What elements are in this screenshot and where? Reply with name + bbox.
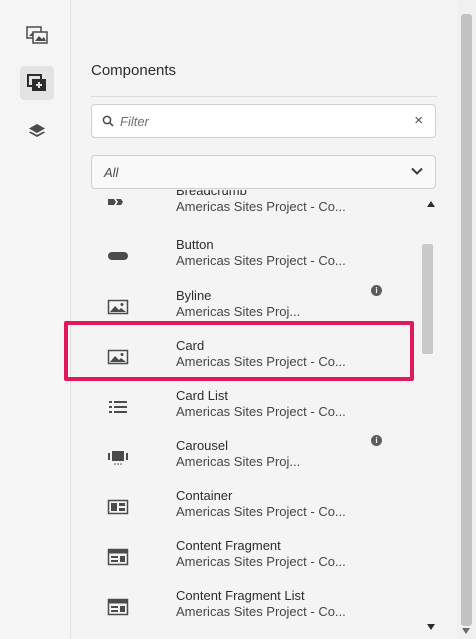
- side-rail: [0, 0, 71, 639]
- list-item-carousel[interactable]: Carousel Americas Sites Proj... i: [91, 435, 436, 485]
- component-description: Americas Sites Proj...: [176, 304, 301, 319]
- component-name: Container: [176, 488, 233, 503]
- component-description: Americas Sites Project - Co...: [176, 404, 346, 419]
- list-scrollbar-thumb[interactable]: [422, 244, 433, 354]
- content-fragment-icon: [107, 548, 129, 566]
- assets-icon: [26, 26, 48, 44]
- outer-scroll-down-arrow-icon[interactable]: [462, 628, 470, 634]
- content-fragment-icon: [107, 598, 129, 616]
- component-name: Card List: [176, 388, 229, 403]
- assets-button[interactable]: [20, 18, 54, 52]
- highlight-box: [64, 321, 414, 381]
- components-icon: [27, 74, 46, 91]
- components-list: Breadcrumb Americas Sites Project - Co..…: [91, 190, 436, 639]
- component-name: Button: [176, 237, 214, 252]
- component-description: Americas Sites Project - Co...: [176, 253, 346, 268]
- list-item-content-fragment[interactable]: Content Fragment Americas Sites Project …: [91, 536, 436, 585]
- list-icon: [109, 401, 127, 413]
- clear-icon[interactable]: ×: [414, 112, 423, 129]
- component-description: Americas Sites Project - Co...: [176, 199, 346, 214]
- list-item-container[interactable]: Container Americas Sites Project - Co...: [91, 486, 436, 535]
- container-icon: [107, 499, 129, 515]
- component-name: Content Fragment List: [176, 588, 305, 603]
- group-select[interactable]: All: [91, 155, 436, 189]
- group-select-value: All: [104, 165, 119, 180]
- layers-button[interactable]: [20, 114, 54, 148]
- filter-placeholder: Filter: [120, 114, 149, 129]
- component-name: Byline: [176, 288, 212, 303]
- list-item-card-list[interactable]: Card List Americas Sites Project - Co...: [91, 386, 436, 435]
- components-panel: Components Filter × All Breadcrumb Ameri…: [71, 0, 456, 639]
- info-icon[interactable]: i: [371, 285, 382, 296]
- components-button[interactable]: [20, 66, 54, 100]
- filter-input[interactable]: Filter ×: [91, 104, 436, 138]
- breadcrumb-icon: [108, 199, 123, 205]
- component-name: Carousel: [176, 438, 229, 453]
- carousel-icon: [108, 451, 128, 465]
- list-item-button[interactable]: Button Americas Sites Project - Co...: [91, 235, 436, 284]
- search-icon: [102, 115, 114, 127]
- chevron-down-icon: [411, 167, 423, 175]
- panel-scrollbar-thumb[interactable]: [461, 14, 472, 626]
- image-icon: [107, 299, 129, 315]
- component-description: Americas Sites Project - Co...: [176, 504, 346, 519]
- title-divider: [91, 96, 437, 97]
- list-item-breadcrumb[interactable]: Breadcrumb Americas Sites Project - Co..…: [91, 190, 436, 230]
- info-icon[interactable]: i: [371, 435, 382, 446]
- panel-title: Components: [91, 62, 177, 79]
- component-name: Content Fragment: [176, 538, 281, 553]
- button-icon: [108, 252, 128, 260]
- scroll-down-arrow-icon[interactable]: [427, 624, 435, 630]
- list-item-content-fragment-list[interactable]: Content Fragment List Americas Sites Pro…: [91, 586, 436, 635]
- component-name: Breadcrumb: [176, 190, 247, 198]
- component-description: Americas Sites Project - Co...: [176, 604, 346, 619]
- scroll-up-arrow-icon[interactable]: [427, 201, 435, 207]
- layers-icon: [29, 124, 45, 137]
- component-description: Americas Sites Proj...: [176, 454, 301, 469]
- component-description: Americas Sites Project - Co...: [176, 554, 346, 569]
